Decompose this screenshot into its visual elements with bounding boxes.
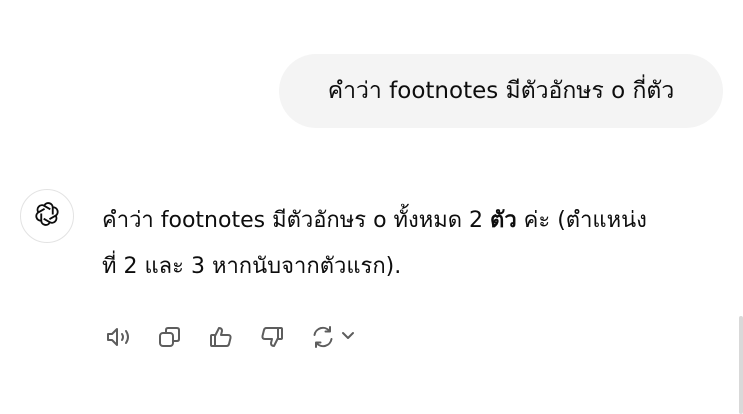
copy-icon — [157, 324, 183, 350]
assistant-message: คำว่า footnotes มีตัวอักษร o ทั้งหมด 2 ต… — [102, 198, 743, 290]
user-message-text: คำว่า footnotes มีตัวอักษร o กี่ตัว — [327, 78, 675, 104]
openai-logo-icon — [32, 199, 62, 233]
chat-page: คำว่า footnotes มีตัวอักษร o กี่ตัว คำว่… — [0, 0, 743, 414]
thumbs-down-icon — [259, 324, 285, 350]
chevron-down-icon — [340, 327, 356, 347]
thumbs-up-icon — [208, 324, 234, 350]
scrollbar[interactable] — [739, 316, 743, 414]
assistant-message-line-2: ที่ 2 และ 3 หากนับจากตัวแรก). — [102, 254, 402, 279]
read-aloud-button[interactable] — [102, 320, 136, 354]
refresh-icon — [310, 324, 336, 350]
good-response-button[interactable] — [204, 320, 238, 354]
assistant-text-part: คำว่า footnotes มีตัวอักษร o ทั้งหมด 2 — [102, 208, 491, 233]
message-actions — [102, 320, 356, 354]
assistant-bold-word: ตัว — [490, 208, 517, 233]
speaker-icon — [105, 325, 133, 349]
assistant-message-line-1: คำว่า footnotes มีตัวอักษร o ทั้งหมด 2 ต… — [102, 198, 743, 244]
regenerate-icon-wrap — [306, 320, 340, 354]
assistant-avatar — [20, 189, 74, 243]
bad-response-button[interactable] — [255, 320, 289, 354]
copy-button[interactable] — [153, 320, 187, 354]
user-message-bubble: คำว่า footnotes มีตัวอักษร o กี่ตัว — [279, 54, 723, 128]
regenerate-button[interactable] — [306, 320, 356, 354]
assistant-text-part: ค่ะ (ตำแหน่ง — [516, 208, 647, 233]
